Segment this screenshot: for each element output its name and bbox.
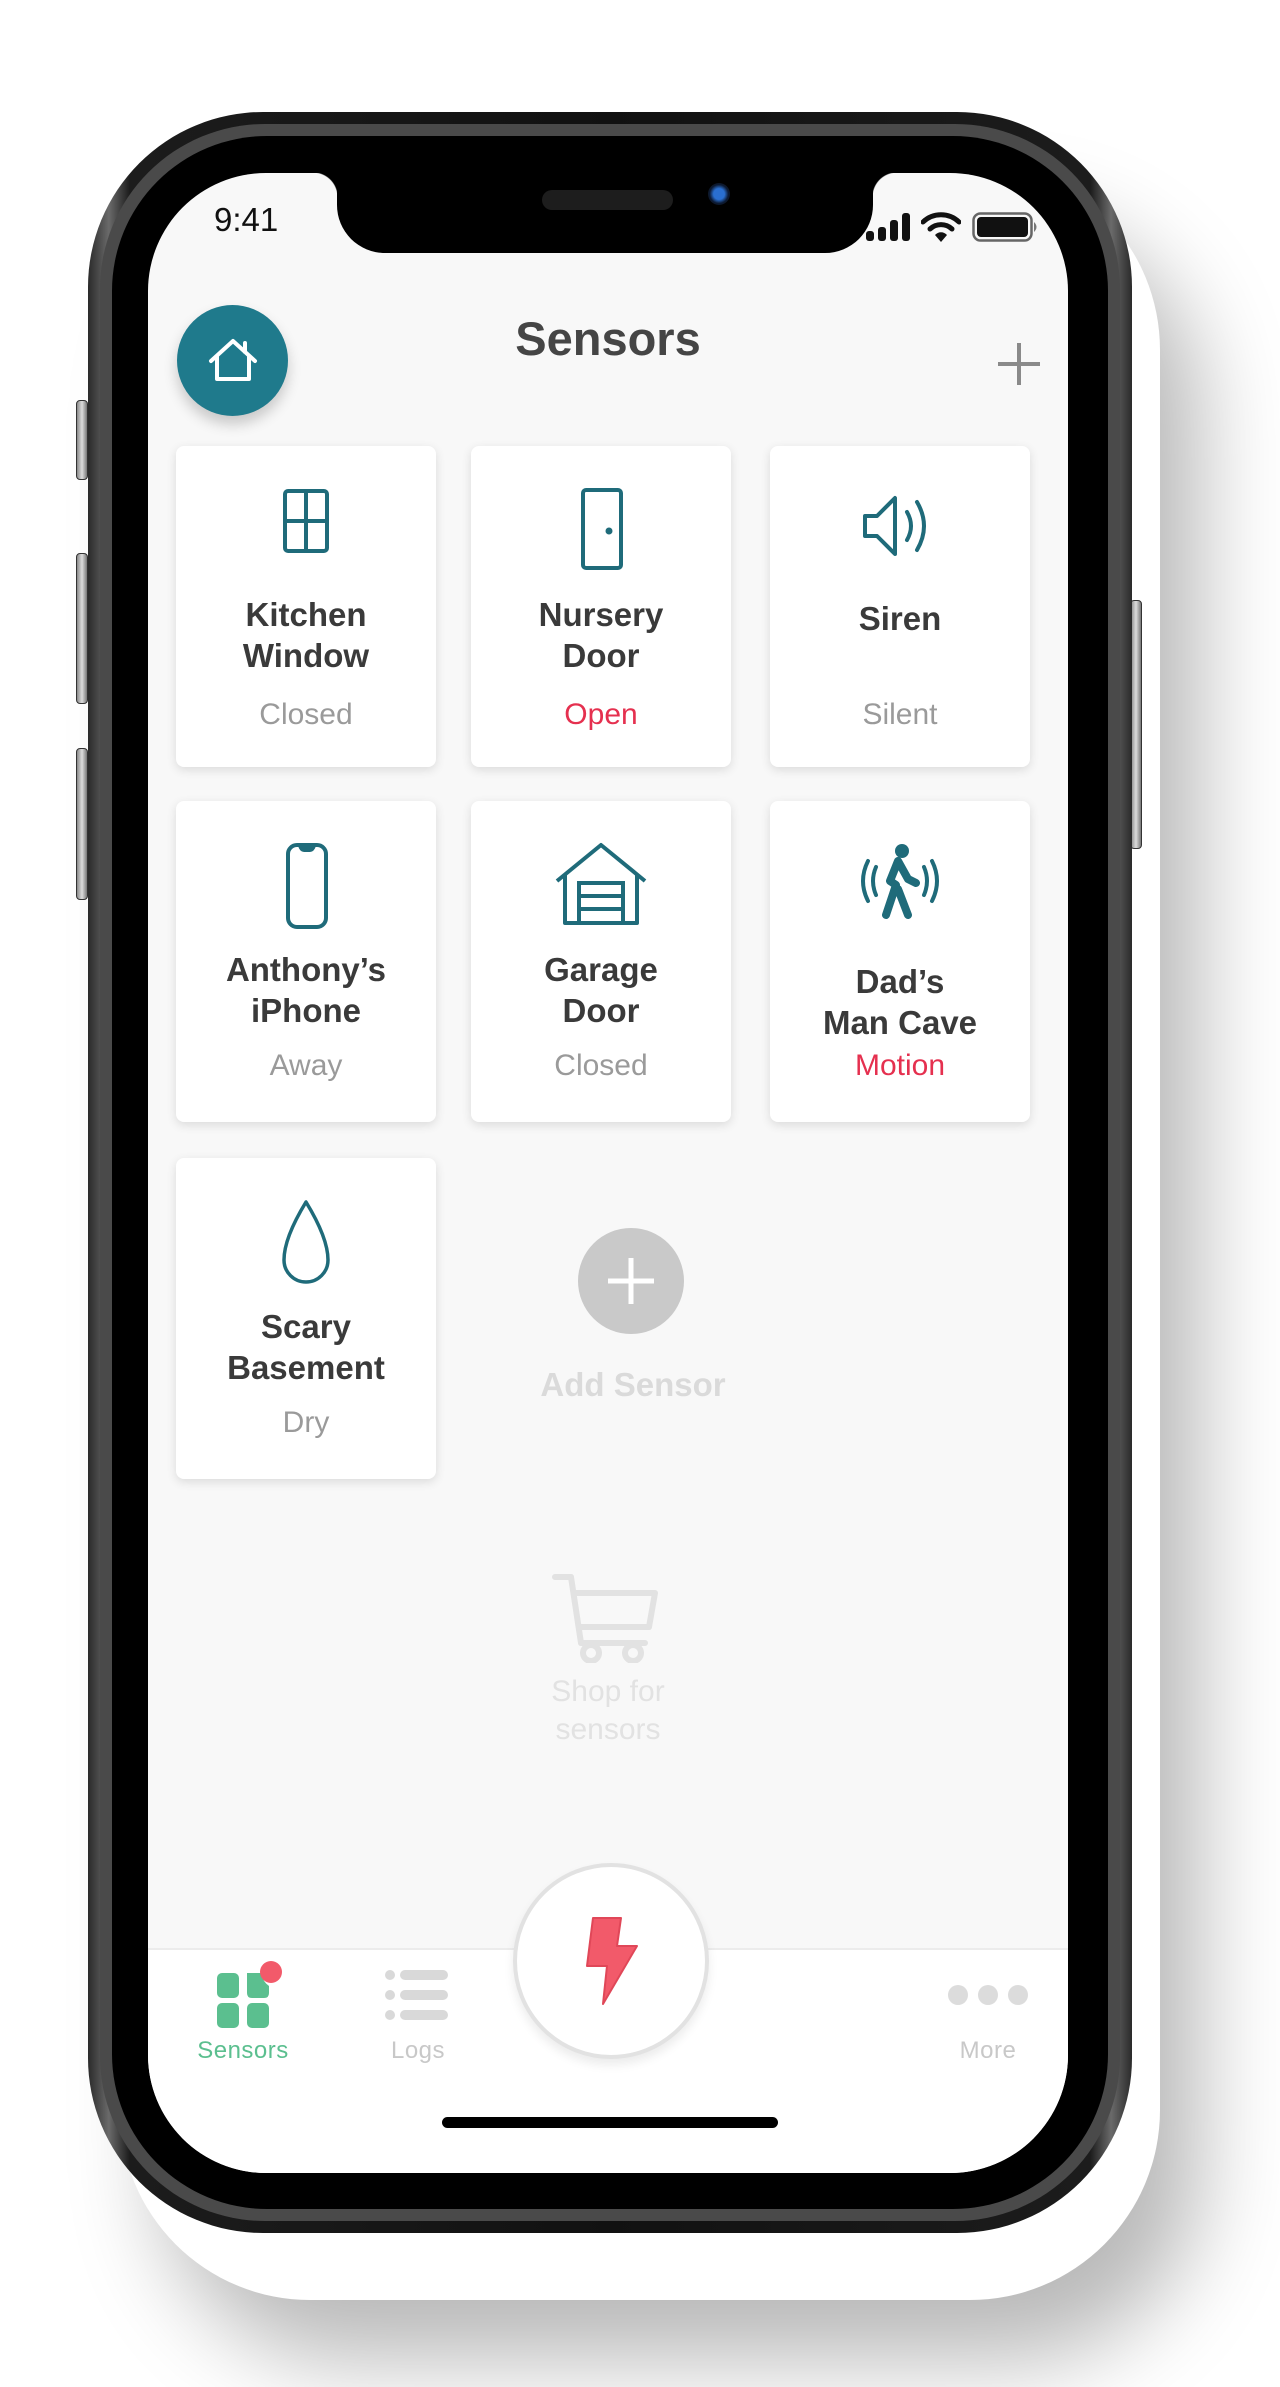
shop-label-line2: sensors bbox=[555, 1713, 661, 1746]
water-drop-icon bbox=[176, 1198, 436, 1288]
list-icon bbox=[385, 1970, 448, 2020]
tab-sensors-label: Sensors bbox=[197, 2037, 289, 2064]
tab-logs-label: Logs bbox=[390, 2037, 446, 2064]
notification-badge bbox=[260, 1961, 282, 1983]
sensor-status: Closed bbox=[259, 698, 353, 731]
sensor-name-line2: Man Cave bbox=[822, 1004, 978, 1041]
silent-switch bbox=[76, 400, 88, 480]
tab-more-label: More bbox=[959, 2037, 1017, 2064]
battery-icon bbox=[972, 212, 1037, 242]
notch bbox=[313, 173, 897, 253]
plus-icon bbox=[998, 343, 1040, 385]
add-sensor-button[interactable]: Add Sensor bbox=[518, 1228, 748, 1418]
sensor-name-line2: iPhone bbox=[250, 992, 361, 1029]
sensor-name-line2: Door bbox=[562, 637, 640, 674]
sensor-card[interactable]: Anthony’s iPhone Away bbox=[176, 801, 436, 1122]
sensor-card[interactable]: Scary Basement Dry bbox=[176, 1158, 436, 1479]
sensor-name-line1: Kitchen bbox=[245, 596, 367, 633]
sensor-card[interactable]: Kitchen Window Closed bbox=[176, 446, 436, 767]
plus-circle-icon bbox=[578, 1228, 684, 1334]
sensor-name-line1: Anthony’s bbox=[225, 951, 387, 988]
garage-icon bbox=[471, 841, 731, 931]
add-sensor-label: Add Sensor bbox=[540, 1366, 726, 1403]
sensor-card[interactable]: Siren Silent bbox=[770, 446, 1030, 767]
sensor-status: Silent bbox=[862, 698, 938, 731]
volume-down-button bbox=[76, 748, 88, 900]
sensor-card[interactable]: Garage Door Closed bbox=[471, 801, 731, 1122]
sensor-name-line1: Dad’s bbox=[855, 963, 945, 1000]
sensor-name-line2: Basement bbox=[227, 1349, 385, 1386]
sensor-name-line1: Siren bbox=[858, 600, 942, 637]
sensor-status: Dry bbox=[282, 1406, 330, 1439]
sensor-card[interactable]: Dad’s Man Cave Motion bbox=[770, 801, 1030, 1122]
front-camera bbox=[708, 183, 730, 205]
sensor-status: Away bbox=[269, 1049, 343, 1082]
volume-up-button bbox=[76, 553, 88, 704]
shop-label-line1: Shop for bbox=[551, 1675, 665, 1708]
tab-logs[interactable]: Logs bbox=[373, 1960, 463, 2065]
earpiece-speaker bbox=[542, 190, 673, 210]
sensor-name-line1: Scary bbox=[261, 1308, 351, 1345]
sensor-card[interactable]: Nursery Door Open bbox=[471, 446, 731, 767]
sensor-name-line2: Window bbox=[242, 637, 370, 674]
window-icon bbox=[176, 486, 436, 576]
motion-icon bbox=[770, 841, 1030, 931]
status-time: 9:41 bbox=[214, 201, 279, 238]
home-indicator bbox=[442, 2117, 778, 2128]
tab-more[interactable]: More bbox=[938, 1960, 1038, 2065]
phone-screen: 9:41 Sensors Kitchen Window Closed Nursery D… bbox=[148, 173, 1068, 2173]
add-sensor-header-button[interactable] bbox=[994, 339, 1044, 389]
panic-action-button[interactable] bbox=[513, 1863, 709, 2059]
cart-icon bbox=[552, 1574, 658, 1663]
sensor-status: Motion bbox=[854, 1049, 946, 1082]
tab-sensors[interactable]: Sensors bbox=[188, 1960, 298, 2065]
page-title: Sensors bbox=[515, 312, 701, 365]
lightning-bolt-icon bbox=[586, 1917, 638, 2005]
sensor-name-line2: Door bbox=[562, 992, 640, 1029]
shop-label: Shop for sensors bbox=[528, 1673, 688, 1749]
sensor-status: Closed bbox=[554, 1049, 648, 1082]
speaker-icon bbox=[770, 486, 1030, 576]
sensor-name-line1: Garage bbox=[544, 951, 658, 988]
wifi-icon bbox=[921, 212, 961, 242]
shop-for-sensors-link[interactable]: Shop for sensors bbox=[528, 1573, 688, 1773]
sensor-status: Open bbox=[564, 698, 638, 731]
signal-icon bbox=[866, 213, 910, 241]
sensor-name-line1: Nursery bbox=[538, 596, 664, 633]
phone-icon bbox=[176, 841, 436, 931]
door-icon bbox=[471, 486, 731, 576]
more-dots-icon bbox=[948, 1985, 1028, 2005]
sensors-grid-icon bbox=[217, 1961, 282, 2028]
